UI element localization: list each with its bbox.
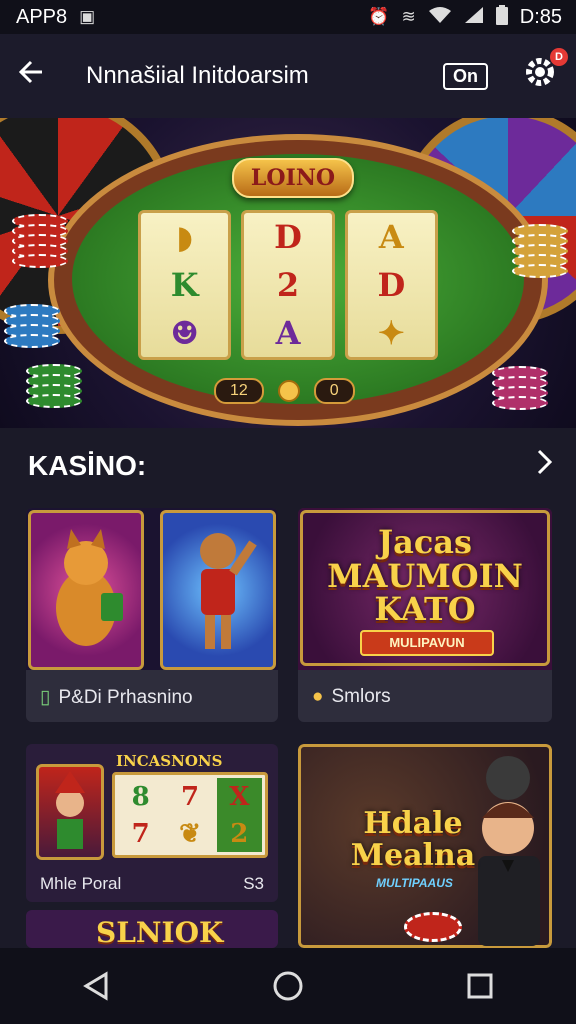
game-card-2-label: ● Smlors [312,686,391,708]
mini-reel-3: X 2 [216,778,262,852]
mini-reel-2: 7 ❦ [167,778,212,852]
image-icon: ▣ [79,7,96,26]
coin-icon [277,380,300,402]
game-card-1-title: Ρ&Di Prhasnino [58,686,193,708]
reel-symbol: K [170,266,199,304]
reel-symbol: X [229,781,250,812]
game-card-3-header: INCASNONS [116,752,223,770]
title-line-2: MAUMOIN [327,556,523,595]
back-arrow-icon[interactable] [18,59,58,93]
reel-symbol: 2 [276,266,300,304]
game-card-2[interactable]: Jacas MAUMOIN KATO MULIPAVUN ● Smlors [298,508,552,722]
title-line-2: Mealna [350,837,476,873]
game-card-2-text: Smlors [331,686,391,707]
status-bar: APP8 ▣ ⏰ ≋ D:85 [0,0,576,34]
game-card-4[interactable]: Hdale Mealna MULTIPAAUS [298,744,552,948]
mini-reels: 8 7 7 ❦ X 2 [112,772,268,858]
banana-icon: ◗ [176,218,194,256]
chip-stack-right [512,224,568,278]
back-triangle-icon[interactable] [66,956,126,1016]
recents-square-icon[interactable] [450,956,510,1016]
reel-symbol: 7 [180,781,200,812]
cherry-icon: ❦ [179,818,201,849]
chip-icon [404,912,462,942]
chip-stack-left-green [26,364,82,408]
hero-banner[interactable]: LOINO ◗ K ☻ D 2 A A D ✦ 12 0 [0,118,576,428]
coins-icon: ● [312,686,324,707]
character-panel-left [28,510,144,670]
game-card-art [26,508,278,670]
battery-icon [495,4,508,30]
game-card-5[interactable]: SLNIOK [26,910,278,948]
game-card-3[interactable]: INCASNONS 8 7 7 ❦ X 2 Mhle Poral S3 [26,744,278,902]
wifi-icon [428,6,452,29]
game-card-3-value: S3 [243,874,264,893]
notification-badge: D [550,48,568,66]
game-card-2-ribbon: MULIPAVUN [360,630,494,656]
section-title: KASİNO: [28,450,147,481]
hero-logo: LOINO [232,158,354,198]
reel-symbol: D [274,218,302,256]
game-card-2-title: Jacas MAUMOIN KATO [298,523,552,629]
alarm-icon: ⏰ [368,7,390,26]
section-header: KASİNO: [28,448,554,484]
game-card-art: Jacas MAUMOIN KATO MULIPAVUN [298,508,552,670]
settings-gear-icon[interactable]: D [522,48,568,98]
system-nav-bar [0,948,576,1024]
title-line-1: Hdale [363,806,463,841]
on-toggle-button[interactable]: On [443,62,488,90]
elf-character-icon [55,771,85,849]
app-bar: Nnnašiial Initdoarsim On D [0,34,576,118]
title-line-3: KATO [374,590,476,629]
carrier-label: APP8 [16,5,68,28]
reel-symbol: 2 [230,818,249,849]
mini-reel-1: 8 7 [118,778,163,852]
clock: D:85 [519,5,562,28]
hero-counters: 12 0 [214,378,355,404]
chevron-right-icon[interactable] [536,448,554,484]
title-line-1: Jacas [377,523,473,561]
game-card-4-title: Hdale Mealna [338,808,488,871]
reel-symbol: D [377,266,406,304]
page-title: Nnnašiial Initdoarsim [86,62,309,89]
game-card-4-ribbon: MULTIPAAUS [376,876,453,890]
game-card-5-title: SLNIOK [96,916,224,948]
character-panel-right [160,510,276,670]
portrait-frame [36,764,104,860]
bear-character-icon [200,533,257,649]
chip-stack-right-purple [492,366,548,410]
home-circle-icon[interactable] [258,956,318,1016]
counter-right: 0 [313,378,355,404]
fox-character-icon [56,529,123,646]
chip-stack-left [12,214,68,268]
star-icon: ✦ [377,314,405,352]
game-card-1[interactable]: ▯ Ρ&Di Prhasnino [26,508,278,722]
character-icon: ☻ [170,314,199,352]
reel-symbol: A [378,218,404,256]
tag-icon: ▯ [40,687,51,708]
reel-1: ◗ K ☻ [138,210,232,360]
reel-symbol: A [275,314,301,352]
slot-reels: ◗ K ☻ D 2 A A D ✦ [138,210,438,360]
game-card-1-label: ▯ Ρ&Di Prhasnino [40,686,193,709]
reel-2: D 2 A [241,210,335,360]
counter-left: 12 [214,378,264,404]
reel-symbol: 7 [131,818,150,849]
reel-3: A D ✦ [344,210,438,360]
reel-symbol: 8 [131,781,150,812]
chip-stack-left-blue [4,304,60,348]
vibrate-icon: ≋ [401,7,416,26]
signal-icon [464,6,484,29]
game-card-3-title: Mhle Poral [40,874,122,893]
